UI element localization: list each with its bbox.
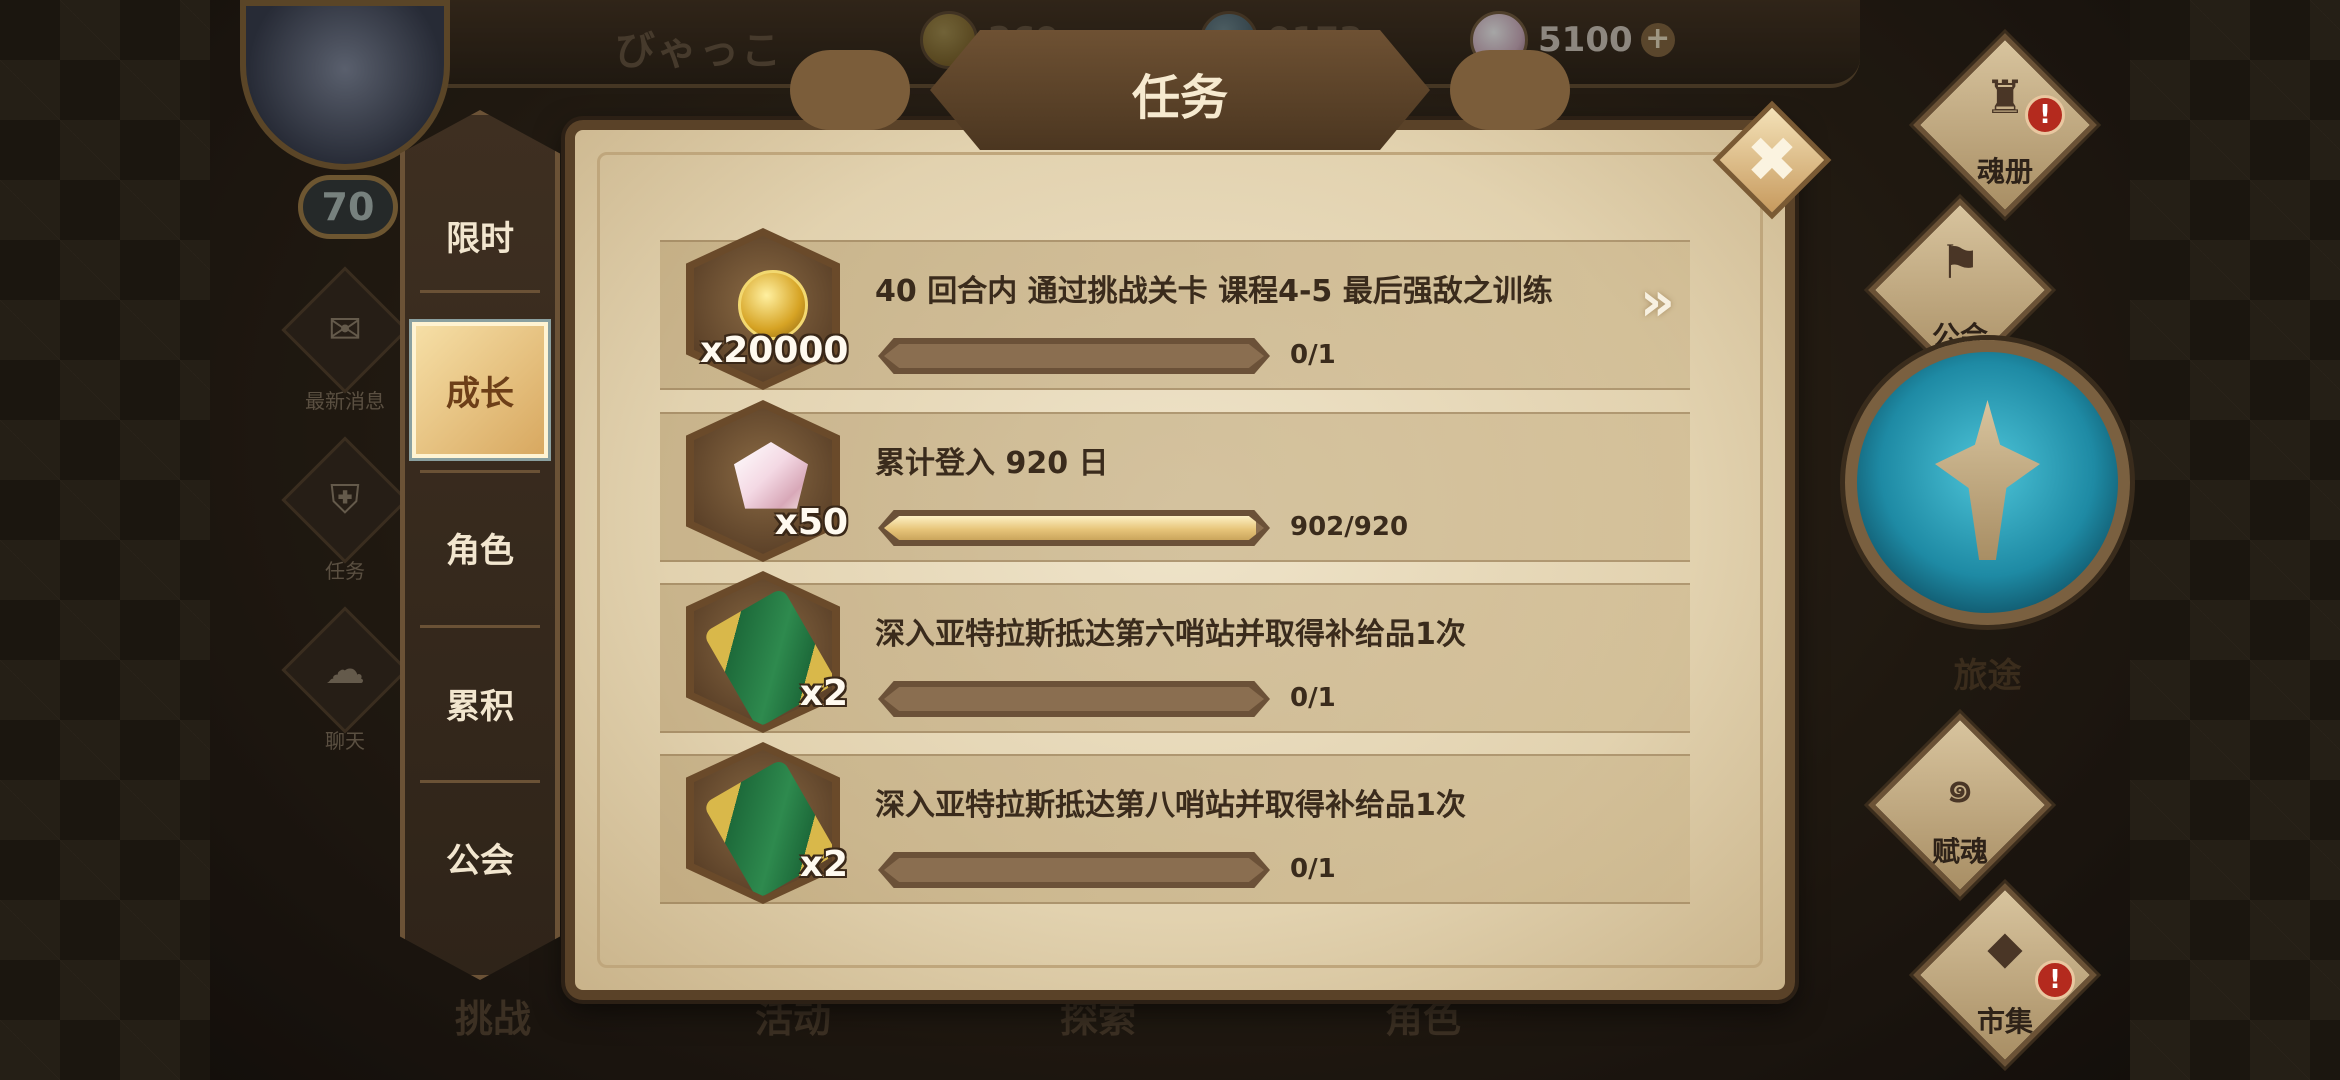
journey-button[interactable]: 旅途: [1845, 340, 2130, 720]
progress-text: 0/1: [1290, 340, 1336, 370]
tab-character[interactable]: 角色: [415, 487, 545, 607]
quest-title: 深入亚特拉斯抵达第八哨站并取得补给品1次: [875, 788, 1466, 823]
journey-label: 旅途: [1953, 656, 2022, 696]
alert-icon: !: [2035, 960, 2075, 1000]
progress-text: 0/1: [1290, 854, 1336, 884]
progress-bar: [878, 338, 1270, 374]
soul-book-label: 魂册: [1976, 155, 2033, 188]
soul-infuse-label: 赋魂: [1931, 835, 1988, 868]
close-icon: ✖: [1746, 123, 1798, 196]
guild-banner-icon: ⚑: [1939, 235, 1981, 289]
tab-divider: [420, 625, 540, 628]
progress-text: 0/1: [1290, 683, 1336, 713]
spiral-icon: ๑: [1945, 759, 1975, 813]
close-button[interactable]: ✖: [1712, 100, 1832, 220]
reward-quantity: x2: [799, 673, 848, 714]
go-arrow-icon[interactable]: »: [1640, 270, 1675, 333]
tab-guild[interactable]: 公会: [415, 797, 545, 917]
tab-cumulative[interactable]: 累积: [415, 643, 545, 763]
tab-divider: [420, 470, 540, 473]
progress-bar: [878, 852, 1270, 888]
soul-book-button[interactable]: ♜ 魂册 !: [1913, 33, 2097, 217]
tab-divider: [420, 780, 540, 783]
progress-text: 902/920: [1290, 512, 1409, 542]
quest-title: 累计登入 920 日: [875, 446, 1109, 481]
reward-quantity: x50: [774, 502, 848, 543]
reward-quantity: x2: [799, 844, 848, 885]
tab-growth[interactable]: 成长: [412, 322, 548, 458]
reward-quantity: x20000: [700, 330, 849, 371]
quest-title: 40 回合内 通过挑战关卡 课程4-5 最后强敌之训练: [875, 274, 1553, 309]
panel-title: 任务: [1131, 70, 1228, 126]
alert-icon: !: [2025, 95, 2065, 135]
tab-limited[interactable]: 限时: [415, 175, 545, 295]
title-ornament-right: [1450, 50, 1570, 130]
quest-title: 深入亚特拉斯抵达第六哨站并取得补给品1次: [875, 617, 1466, 652]
progress-bar: [878, 681, 1270, 717]
market-label: 市集: [1976, 1005, 2033, 1038]
market-button[interactable]: ◆ 市集 !: [1913, 883, 2097, 1067]
progress-bar: [878, 510, 1270, 546]
soul-infuse-button[interactable]: ๑ 赋魂: [1868, 713, 2052, 897]
title-ornament-left: [790, 50, 910, 130]
